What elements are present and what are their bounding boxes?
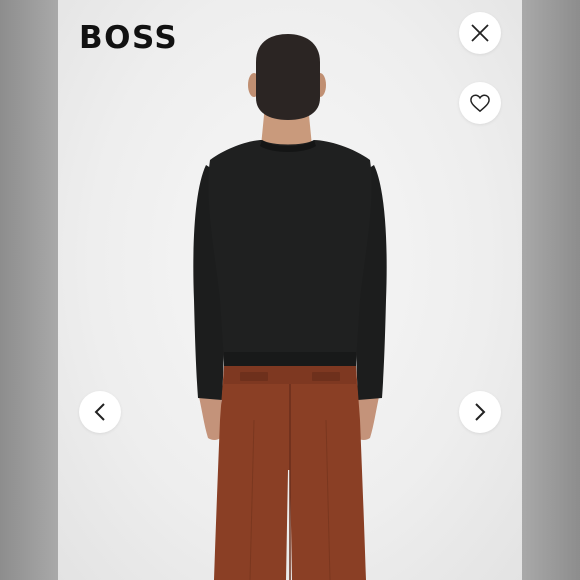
close-button[interactable]: [459, 12, 501, 54]
product-photo: [58, 0, 522, 580]
model-illustration: [193, 34, 387, 580]
chevron-right-icon: [473, 401, 487, 423]
favorite-button[interactable]: [459, 82, 501, 124]
chevron-left-icon: [93, 401, 107, 423]
brand-logo: BOSS: [79, 20, 179, 56]
previous-image-button[interactable]: [79, 391, 121, 433]
close-icon: [469, 22, 491, 44]
heart-outline-icon: [469, 93, 491, 113]
next-image-button[interactable]: [459, 391, 501, 433]
product-image-viewer: BOSS: [0, 0, 580, 580]
